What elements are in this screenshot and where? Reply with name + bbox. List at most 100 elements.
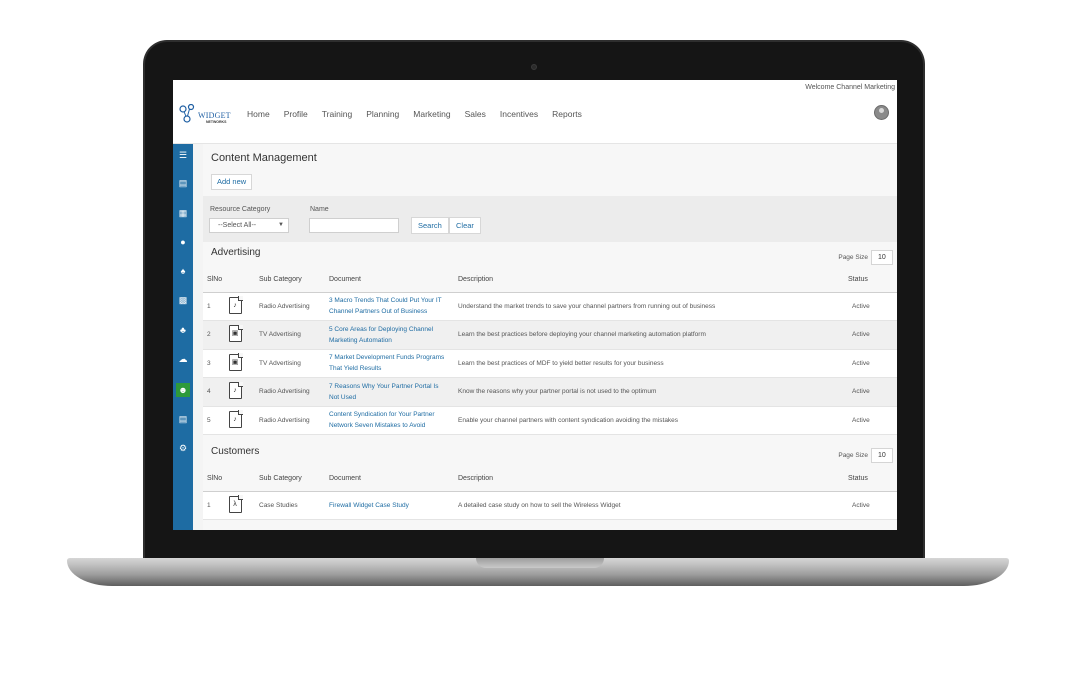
filter-bar: Resource Category Name --Select All-- ▼ … [203,196,897,242]
sub-category: TV Advertising [255,349,325,378]
column-header-status[interactable]: Status [844,268,897,293]
description: A detailed case study on how to sell the… [454,491,844,520]
document-link[interactable]: Firewall Widget Case Study [325,491,454,520]
document-link[interactable]: Content Syndication for Your Partner Net… [325,406,454,435]
pdf-file-icon[interactable]: λ [225,491,255,520]
reports-icon[interactable]: ▤ [176,412,190,426]
name-input[interactable] [309,218,399,233]
table-header-row: SlNo Sub Category Document Description S… [203,467,897,492]
audio-file-icon[interactable]: ♪ [225,292,255,321]
dashboard-icon[interactable]: ▤ [176,176,190,190]
column-header-description: Description [454,268,844,293]
table-row[interactable]: 1 ♪ Radio Advertising 3 Macro Trends Tha… [203,292,897,321]
screen: Welcome Channel Marketing WIDGET NETWORK… [173,80,897,530]
webcam [531,64,537,70]
logo-text: WIDGET [198,111,231,120]
document-link[interactable]: 3 Macro Trends That Could Put Your IT Ch… [325,292,454,321]
calendar-icon[interactable]: ▦ [176,206,190,220]
column-header-slno: SlNo [203,268,225,293]
nav-training[interactable]: Training [315,109,359,119]
column-header-icon [225,268,255,293]
audio-file-icon[interactable]: ♪ [225,406,255,435]
column-header-subcategory: Sub Category [255,268,325,293]
sub-category: Radio Advertising [255,292,325,321]
description: Learn the best practices of MDF to yield… [454,349,844,378]
column-header-subcategory: Sub Category [255,467,325,492]
table-row[interactable]: 2 ▣ TV Advertising 5 Core Areas for Depl… [203,320,897,350]
column-header-description: Description [454,467,844,492]
section-title-customers: Customers [211,446,260,457]
row-number: 1 [203,292,225,321]
sub-category: Radio Advertising [255,377,325,407]
funds-icon[interactable]: ● [176,235,190,249]
table-header-row: SlNo Sub Category Document Description S… [203,268,897,293]
table-row[interactable]: 4 ♪ Radio Advertising 7 Reasons Why Your… [203,377,897,407]
welcome-text: Welcome Channel Marketing [805,84,895,91]
name-label: Name [310,206,329,213]
resource-category-select[interactable]: --Select All-- ▼ [209,218,289,233]
table-row[interactable]: 1 λ Case Studies Firewall Widget Case St… [203,491,897,520]
sub-category: Case Studies [255,491,325,520]
main-content: Content Management Add new Resource Cate… [193,144,897,530]
status: Active [844,320,897,350]
page-size-input[interactable]: 10 [871,250,893,265]
column-header-slno: SlNo [203,467,225,492]
column-header-document: Document [325,467,454,492]
sidebar: ☰ ▤ ▦ ● ♠ ▩ ♣ ☁ ☻ ▤ ⚙ [173,144,193,530]
clear-button[interactable]: Clear [449,217,481,234]
video-file-icon[interactable]: ▣ [225,320,255,350]
status: Active [844,377,897,407]
column-header-status[interactable]: Status [844,467,897,492]
description: Know the reasons why your partner portal… [454,377,844,407]
deals-icon[interactable]: ▩ [176,293,190,307]
nav-marketing[interactable]: Marketing [406,109,457,119]
audio-file-icon[interactable]: ♪ [225,377,255,407]
sub-category: TV Advertising [255,320,325,350]
page-size-label: Page Size [838,254,868,261]
partners-icon[interactable]: ♠ [176,264,190,278]
org-chart-icon[interactable]: ♣ [176,323,190,337]
description: Understand the market trends to save you… [454,292,844,321]
row-number: 2 [203,320,225,350]
menu-icon[interactable]: ☰ [176,148,190,162]
laptop-notch [476,558,604,568]
resource-category-value: --Select All-- [218,222,257,229]
nav-profile[interactable]: Profile [277,109,315,119]
user-icon[interactable]: ☻ [176,383,190,397]
resource-category-label: Resource Category [210,206,271,213]
nav-reports[interactable]: Reports [545,109,589,119]
status: Active [844,349,897,378]
status: Active [844,491,897,520]
search-button[interactable]: Search [411,217,449,234]
row-number: 5 [203,406,225,435]
add-new-button[interactable]: Add new [211,174,253,190]
document-link[interactable]: 5 Core Areas for Deploying Channel Marke… [325,320,454,350]
page-size-label: Page Size [838,452,868,459]
video-file-icon[interactable]: ▣ [225,349,255,378]
page-title: Content Management [211,152,317,164]
description: Enable your channel partners with conten… [454,406,844,435]
page-size-input[interactable]: 10 [871,448,893,463]
nav-home[interactable]: Home [247,109,277,119]
column-header-document: Document [325,268,454,293]
user-avatar-icon[interactable] [874,105,889,120]
chevron-down-icon: ▼ [278,222,284,228]
row-number: 1 [203,491,225,520]
customers-table: SlNo Sub Category Document Description S… [203,467,897,520]
content-panel: Content Management Add new Resource Cate… [203,144,897,530]
network-icon[interactable]: ☁ [176,352,190,366]
sub-category: Radio Advertising [255,406,325,435]
description: Learn the best practices before deployin… [454,320,844,350]
settings-icon[interactable]: ⚙ [176,441,190,455]
nav-planning[interactable]: Planning [359,109,406,119]
nav-sales[interactable]: Sales [458,109,493,119]
table-row[interactable]: 5 ♪ Radio Advertising Content Syndicatio… [203,406,897,435]
page-size-customers: Page Size 10 [838,448,893,463]
nav-incentives[interactable]: Incentives [493,109,545,119]
document-link[interactable]: 7 Reasons Why Your Partner Portal Is Not… [325,377,454,407]
document-link[interactable]: 7 Market Development Funds Programs That… [325,349,454,378]
top-navbar: WIDGET NETWORKS Home Profile Training Pl… [173,96,897,144]
section-title-advertising: Advertising [211,247,261,258]
widget-networks-logo[interactable]: WIDGET NETWORKS [179,103,231,130]
table-row[interactable]: 3 ▣ TV Advertising 7 Market Development … [203,349,897,378]
